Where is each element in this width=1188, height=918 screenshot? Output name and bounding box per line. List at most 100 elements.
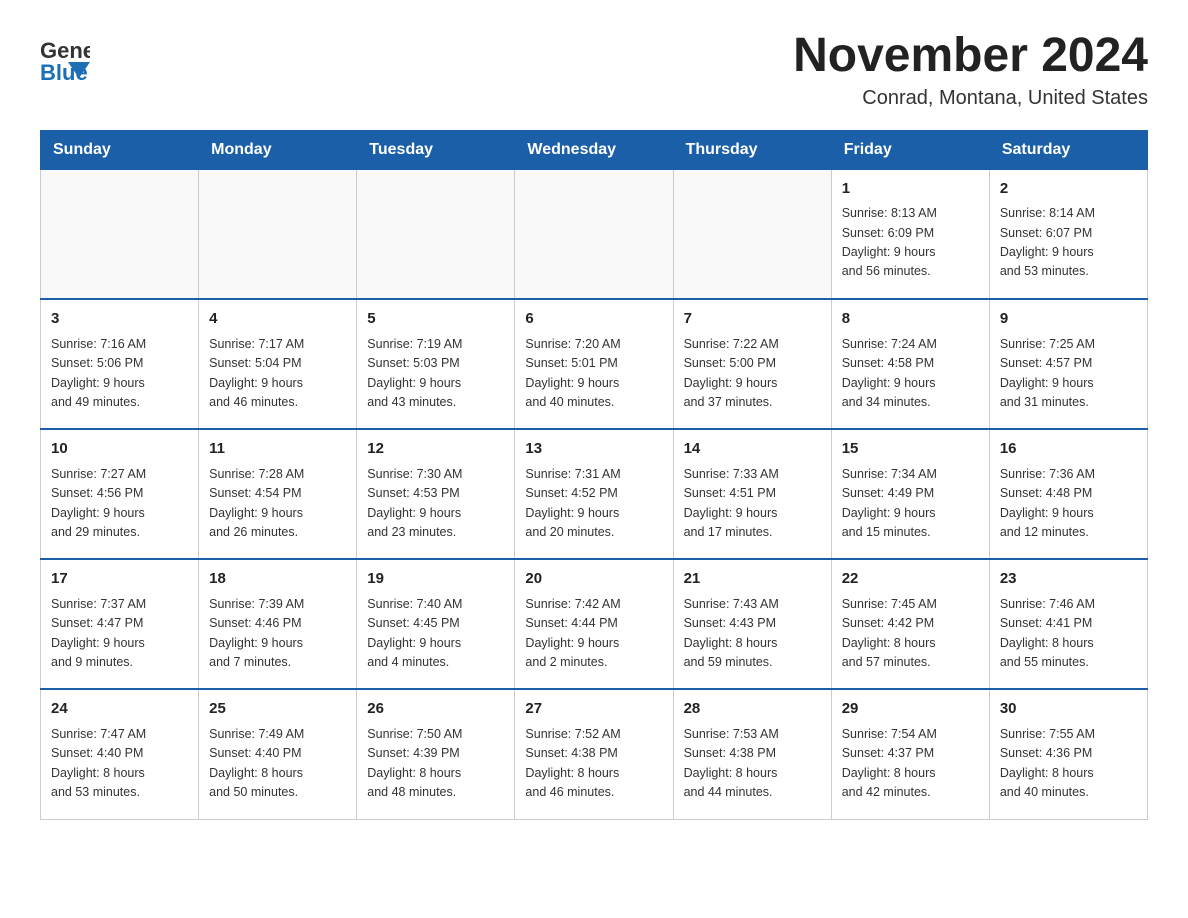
calendar-cell: 11 Sunrise: 7:28 AMSunset: 4:54 PMDayligh… xyxy=(199,429,357,559)
day-info: Sunrise: 7:40 AMSunset: 4:45 PMDaylight:… xyxy=(367,595,504,673)
day-number: 10 xyxy=(51,438,188,461)
logo: General Blue xyxy=(40,30,90,90)
day-info: Sunrise: 7:45 AMSunset: 4:42 PMDaylight:… xyxy=(842,595,979,673)
calendar-cell: 18 Sunrise: 7:39 AMSunset: 4:46 PMDayligh… xyxy=(199,559,357,689)
weekday-header-monday: Monday xyxy=(199,130,357,169)
calendar-cell: 20 Sunrise: 7:42 AMSunset: 4:44 PMDayligh… xyxy=(515,559,673,689)
calendar-cell: 21 Sunrise: 7:43 AMSunset: 4:43 PMDayligh… xyxy=(673,559,831,689)
day-info: Sunrise: 7:46 AMSunset: 4:41 PMDaylight:… xyxy=(1000,595,1137,673)
calendar-cell: 15Sunrise: 7:34 AMSunset: 4:49 PMDayligh… xyxy=(831,429,989,559)
day-info: Sunrise: 7:19 AMSunset: 5:03 PMDaylight:… xyxy=(367,335,504,413)
day-info: Sunrise: 7:27 AMSunset: 4:56 PMDaylight:… xyxy=(51,465,188,543)
day-number: 11 xyxy=(209,438,346,461)
day-number: 2 xyxy=(1000,178,1137,201)
day-number: 27 xyxy=(525,698,662,721)
calendar-cell: 4 Sunrise: 7:17 AMSunset: 5:04 PMDaylight… xyxy=(199,299,357,429)
day-info: Sunrise: 7:20 AMSunset: 5:01 PMDaylight:… xyxy=(525,335,662,413)
calendar-cell: 30 Sunrise: 7:55 AMSunset: 4:36 PMDayligh… xyxy=(989,689,1147,819)
day-info: Sunrise: 7:42 AMSunset: 4:44 PMDaylight:… xyxy=(525,595,662,673)
day-number: 21 xyxy=(684,568,821,591)
calendar-cell: 8 Sunrise: 7:24 AMSunset: 4:58 PMDaylight… xyxy=(831,299,989,429)
weekday-header-thursday: Thursday xyxy=(673,130,831,169)
day-info: Sunrise: 7:50 AMSunset: 4:39 PMDaylight:… xyxy=(367,725,504,803)
weekday-header-friday: Friday xyxy=(831,130,989,169)
day-number: 3 xyxy=(51,308,188,331)
calendar: SundayMondayTuesdayWednesdayThursdayFrid… xyxy=(40,130,1148,820)
header: General Blue November 2024 Conrad, Monta… xyxy=(40,30,1148,110)
day-number: 30 xyxy=(1000,698,1137,721)
day-number: 4 xyxy=(209,308,346,331)
calendar-cell: 17Sunrise: 7:37 AMSunset: 4:47 PMDayligh… xyxy=(41,559,199,689)
svg-text:Blue: Blue xyxy=(40,60,88,85)
calendar-cell: 16 Sunrise: 7:36 AMSunset: 4:48 PMDayligh… xyxy=(989,429,1147,559)
day-info: Sunrise: 7:43 AMSunset: 4:43 PMDaylight:… xyxy=(684,595,821,673)
calendar-cell: 14 Sunrise: 7:33 AMSunset: 4:51 PMDayligh… xyxy=(673,429,831,559)
day-number: 16 xyxy=(1000,438,1137,461)
calendar-cell: 25Sunrise: 7:49 AMSunset: 4:40 PMDayligh… xyxy=(199,689,357,819)
day-info: Sunrise: 7:33 AMSunset: 4:51 PMDaylight:… xyxy=(684,465,821,543)
day-info: Sunrise: 7:47 AMSunset: 4:40 PMDaylight:… xyxy=(51,725,188,803)
calendar-cell: 6 Sunrise: 7:20 AMSunset: 5:01 PMDaylight… xyxy=(515,299,673,429)
day-info: Sunrise: 7:22 AMSunset: 5:00 PMDaylight:… xyxy=(684,335,821,413)
calendar-cell xyxy=(41,169,199,299)
calendar-cell: 28Sunrise: 7:53 AMSunset: 4:38 PMDayligh… xyxy=(673,689,831,819)
calendar-cell: 19 Sunrise: 7:40 AMSunset: 4:45 PMDayligh… xyxy=(357,559,515,689)
calendar-cell xyxy=(199,169,357,299)
day-info: Sunrise: 7:31 AMSunset: 4:52 PMDaylight:… xyxy=(525,465,662,543)
day-info: Sunrise: 8:14 AMSunset: 6:07 PMDaylight:… xyxy=(1000,204,1137,282)
day-info: Sunrise: 7:17 AMSunset: 5:04 PMDaylight:… xyxy=(209,335,346,413)
weekday-header-row: SundayMondayTuesdayWednesdayThursdayFrid… xyxy=(41,130,1148,169)
calendar-week-row: 24Sunrise: 7:47 AMSunset: 4:40 PMDayligh… xyxy=(41,689,1148,819)
calendar-cell: 3Sunrise: 7:16 AMSunset: 5:06 PMDaylight… xyxy=(41,299,199,429)
day-info: Sunrise: 7:24 AMSunset: 4:58 PMDaylight:… xyxy=(842,335,979,413)
day-number: 7 xyxy=(684,308,821,331)
weekday-header-tuesday: Tuesday xyxy=(357,130,515,169)
day-info: Sunrise: 7:54 AMSunset: 4:37 PMDaylight:… xyxy=(842,725,979,803)
day-number: 17 xyxy=(51,568,188,591)
day-info: Sunrise: 7:28 AMSunset: 4:54 PMDaylight:… xyxy=(209,465,346,543)
calendar-cell: 23 Sunrise: 7:46 AMSunset: 4:41 PMDayligh… xyxy=(989,559,1147,689)
day-number: 28 xyxy=(684,698,821,721)
calendar-week-row: 3Sunrise: 7:16 AMSunset: 5:06 PMDaylight… xyxy=(41,299,1148,429)
month-title: November 2024 xyxy=(793,30,1148,83)
calendar-cell: 5 Sunrise: 7:19 AMSunset: 5:03 PMDaylight… xyxy=(357,299,515,429)
calendar-cell: 24Sunrise: 7:47 AMSunset: 4:40 PMDayligh… xyxy=(41,689,199,819)
calendar-cell: 26Sunrise: 7:50 AMSunset: 4:39 PMDayligh… xyxy=(357,689,515,819)
day-number: 20 xyxy=(525,568,662,591)
day-number: 8 xyxy=(842,308,979,331)
logo-graphic: General Blue xyxy=(40,30,90,90)
day-number: 9 xyxy=(1000,308,1137,331)
day-number: 6 xyxy=(525,308,662,331)
day-number: 14 xyxy=(684,438,821,461)
day-info: Sunrise: 7:55 AMSunset: 4:36 PMDaylight:… xyxy=(1000,725,1137,803)
day-number: 18 xyxy=(209,568,346,591)
calendar-cell: 12 Sunrise: 7:30 AMSunset: 4:53 PMDayligh… xyxy=(357,429,515,559)
calendar-cell xyxy=(673,169,831,299)
calendar-cell: 13 Sunrise: 7:31 AMSunset: 4:52 PMDayligh… xyxy=(515,429,673,559)
day-info: Sunrise: 7:30 AMSunset: 4:53 PMDaylight:… xyxy=(367,465,504,543)
weekday-header-sunday: Sunday xyxy=(41,130,199,169)
calendar-cell: 10 Sunrise: 7:27 AMSunset: 4:56 PMDayligh… xyxy=(41,429,199,559)
day-number: 15 xyxy=(842,438,979,461)
calendar-week-row: 1Sunrise: 8:13 AMSunset: 6:09 PMDaylight… xyxy=(41,169,1148,299)
day-number: 23 xyxy=(1000,568,1137,591)
calendar-cell: 1Sunrise: 8:13 AMSunset: 6:09 PMDaylight… xyxy=(831,169,989,299)
day-number: 5 xyxy=(367,308,504,331)
calendar-week-row: 10 Sunrise: 7:27 AMSunset: 4:56 PMDayligh… xyxy=(41,429,1148,559)
weekday-header-saturday: Saturday xyxy=(989,130,1147,169)
title-area: November 2024 Conrad, Montana, United St… xyxy=(793,30,1148,110)
calendar-cell: 9 Sunrise: 7:25 AMSunset: 4:57 PMDaylight… xyxy=(989,299,1147,429)
day-info: Sunrise: 7:36 AMSunset: 4:48 PMDaylight:… xyxy=(1000,465,1137,543)
weekday-header-wednesday: Wednesday xyxy=(515,130,673,169)
calendar-cell xyxy=(357,169,515,299)
day-info: Sunrise: 7:52 AMSunset: 4:38 PMDaylight:… xyxy=(525,725,662,803)
calendar-cell: 27 Sunrise: 7:52 AMSunset: 4:38 PMDayligh… xyxy=(515,689,673,819)
day-number: 19 xyxy=(367,568,504,591)
day-number: 1 xyxy=(842,178,979,201)
day-number: 13 xyxy=(525,438,662,461)
day-info: Sunrise: 7:39 AMSunset: 4:46 PMDaylight:… xyxy=(209,595,346,673)
calendar-cell: 22Sunrise: 7:45 AMSunset: 4:42 PMDayligh… xyxy=(831,559,989,689)
day-number: 12 xyxy=(367,438,504,461)
day-info: Sunrise: 7:25 AMSunset: 4:57 PMDaylight:… xyxy=(1000,335,1137,413)
calendar-cell: 2 Sunrise: 8:14 AMSunset: 6:07 PMDaylight… xyxy=(989,169,1147,299)
